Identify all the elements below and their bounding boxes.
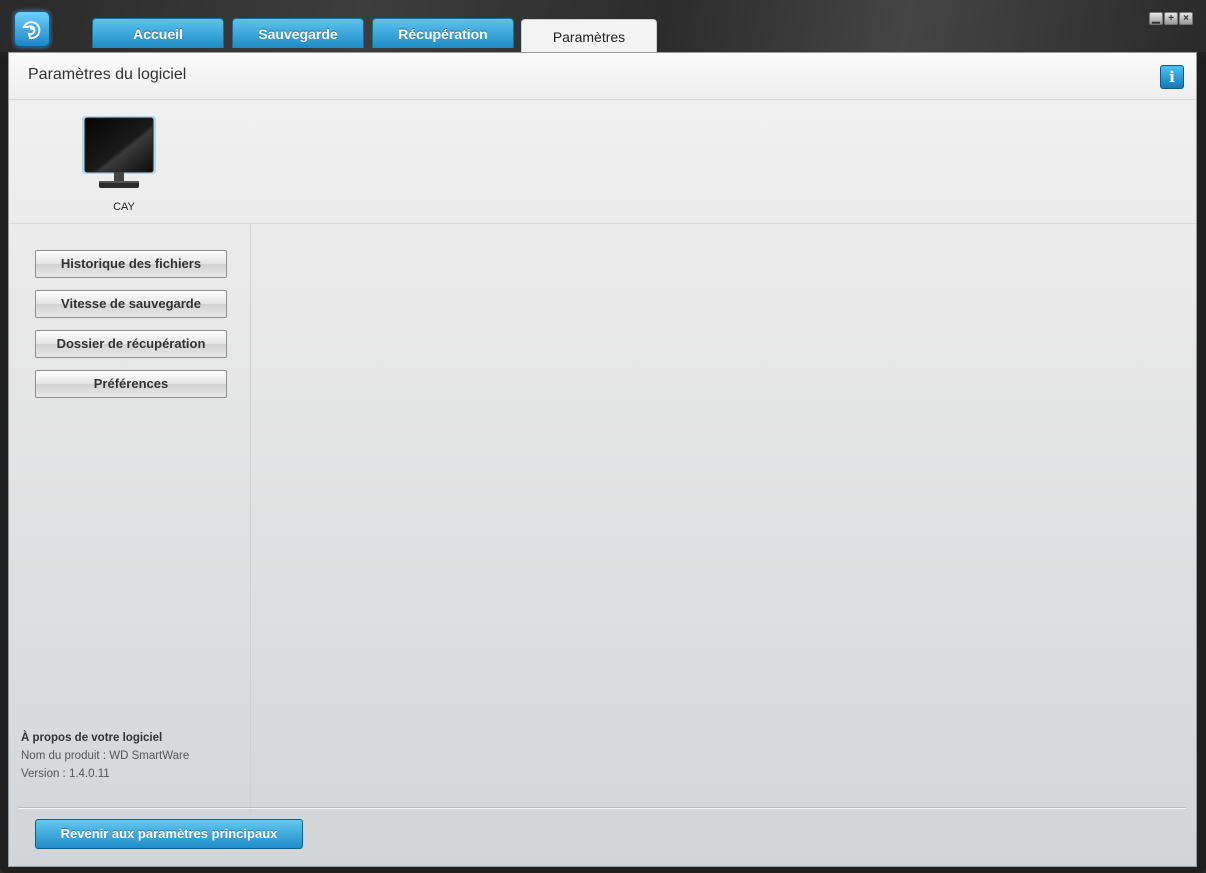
about-section: À propos de votre logiciel Nom du produi… <box>21 729 189 783</box>
tab-parametres[interactable]: Paramètres <box>521 19 657 53</box>
back-to-main-settings-button[interactable]: Revenir aux paramètres principaux <box>35 819 303 849</box>
version-text: Version : 1.4.0.11 <box>21 768 110 780</box>
about-title: À propos de votre logiciel <box>21 732 163 744</box>
product-name: Nom du produit : WD SmartWare <box>21 750 190 762</box>
minimize-icon: ▁ <box>1152 13 1160 24</box>
tab-accueil[interactable]: Accueil <box>92 18 224 48</box>
tab-sauvegarde[interactable]: Sauvegarde <box>232 18 364 48</box>
file-history-button[interactable]: Historique des fichiers <box>35 250 227 278</box>
device-area: CAY <box>9 99 1196 224</box>
preferences-button[interactable]: Préférences <box>35 370 227 398</box>
retrieve-folder-button[interactable]: Dossier de récupération <box>35 330 227 358</box>
tab-recuperation[interactable]: Récupération <box>372 18 514 48</box>
monitor-icon[interactable] <box>81 115 157 195</box>
page-title: Paramètres du logiciel <box>28 66 187 83</box>
footer-divider <box>19 807 1186 809</box>
title-bar: Accueil Sauvegarde Récupération Paramètr… <box>0 0 1206 53</box>
app-window: Accueil Sauvegarde Récupération Paramètr… <box>0 0 1206 873</box>
maximize-icon: + <box>1168 13 1174 24</box>
close-icon: × <box>1183 13 1189 24</box>
panel-header: Paramètres du logiciel i <box>9 53 1196 100</box>
settings-sidebar: Historique des fichiers Vitesse de sauve… <box>9 224 251 814</box>
close-button[interactable]: × <box>1179 12 1193 25</box>
backup-speed-button[interactable]: Vitesse de sauvegarde <box>35 290 227 318</box>
settings-panel: Paramètres du logiciel i CAY Historique … <box>8 52 1197 867</box>
device-name: CAY <box>113 201 135 213</box>
info-icon[interactable]: i <box>1160 65 1184 89</box>
app-logo-icon <box>14 11 50 47</box>
minimize-button[interactable]: ▁ <box>1149 12 1163 25</box>
maximize-button[interactable]: + <box>1164 12 1178 25</box>
